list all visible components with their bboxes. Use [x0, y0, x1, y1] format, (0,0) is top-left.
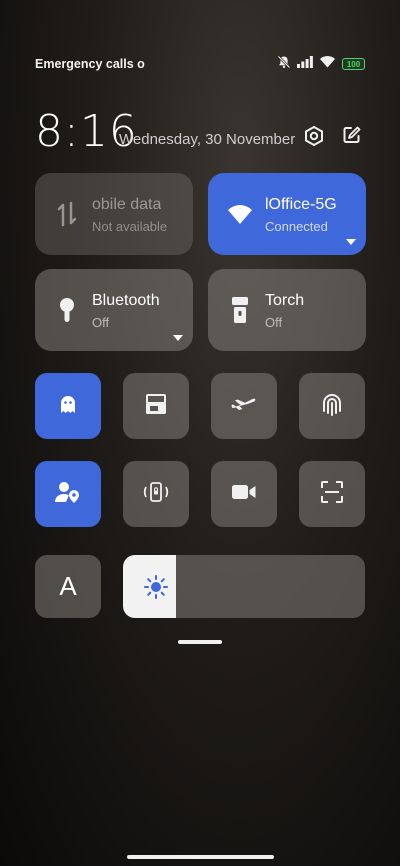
- carrier-status: Emergency calls o: [35, 57, 145, 71]
- status-icons: 100: [277, 55, 365, 74]
- nfc-toggle[interactable]: [299, 373, 365, 439]
- page-indicator: [178, 640, 222, 644]
- screenshot-toggle[interactable]: [123, 373, 189, 439]
- scanner-toggle[interactable]: [299, 461, 365, 527]
- ghost-mode-toggle[interactable]: [35, 373, 101, 439]
- chevron-down-icon[interactable]: [173, 335, 183, 341]
- wifi-network-name: lOffice-5G: [265, 196, 337, 213]
- brightness-slider[interactable]: [123, 555, 365, 618]
- wifi-icon: [319, 55, 336, 73]
- scan-icon: [320, 480, 344, 509]
- auto-brightness-label: A: [59, 571, 77, 601]
- status-bar: Emergency calls o 100: [35, 54, 365, 74]
- ghost-icon: [59, 394, 77, 419]
- wifi-tile[interactable]: lOffice-5G Connected: [208, 173, 366, 255]
- settings-icon[interactable]: [303, 125, 327, 149]
- mobile-data-status: Not available: [92, 219, 168, 234]
- rotation-lock-icon: [143, 478, 169, 511]
- wifi-status: Connected: [265, 219, 328, 234]
- bluetooth-status: Off: [92, 315, 110, 330]
- wifi-icon: [226, 199, 254, 229]
- screen-record-toggle[interactable]: [211, 461, 277, 527]
- bluetooth-tile[interactable]: Bluetooth Off: [35, 269, 193, 351]
- torch-status: Off: [265, 315, 283, 330]
- earbud-icon: [53, 295, 81, 325]
- video-camera-icon: [231, 483, 257, 506]
- location-toggle[interactable]: [35, 461, 101, 527]
- edit-icon[interactable]: [342, 125, 366, 149]
- signal-icon: [297, 55, 313, 73]
- screenshot-icon: [143, 392, 169, 421]
- mobile-data-tile[interactable]: obile data Not available: [35, 173, 193, 255]
- torch-icon: [226, 295, 254, 325]
- rotation-lock-toggle[interactable]: [123, 461, 189, 527]
- airplane-mode-toggle[interactable]: [211, 373, 277, 439]
- mobile-data-label: obile data: [92, 196, 162, 213]
- auto-brightness-button[interactable]: A: [35, 555, 101, 618]
- date: Wednesday, 30 November: [119, 131, 296, 148]
- torch-label: Torch: [265, 292, 305, 309]
- chevron-down-icon[interactable]: [346, 239, 356, 245]
- sun-icon: [143, 574, 169, 600]
- user-location-icon: [54, 480, 82, 509]
- airplane-icon: [230, 394, 258, 419]
- fingerprint-icon: [320, 391, 344, 422]
- home-indicator[interactable]: [127, 855, 274, 859]
- battery-indicator: 100: [342, 58, 365, 70]
- bluetooth-label: Bluetooth: [92, 292, 160, 309]
- torch-tile[interactable]: Torch Off: [208, 269, 366, 351]
- mobile-data-icon: [53, 199, 81, 229]
- silent-icon: [277, 55, 291, 74]
